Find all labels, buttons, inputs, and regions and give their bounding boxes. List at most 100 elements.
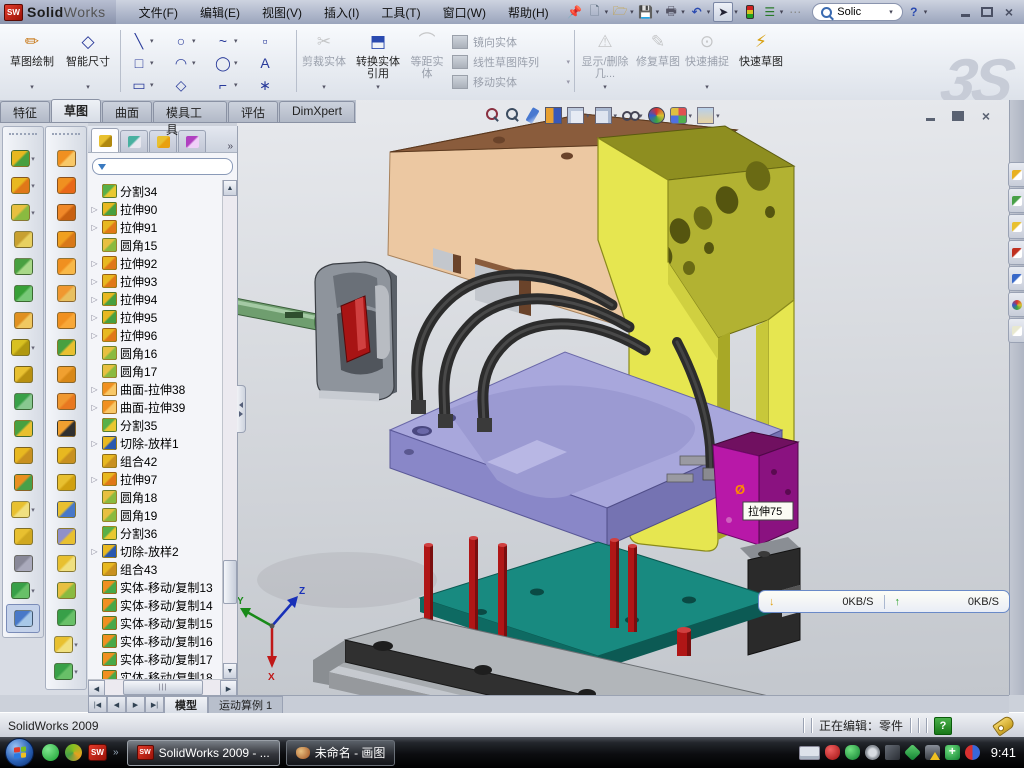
command-tab-评估[interactable]: 评估 [228, 101, 278, 122]
surfaces-tool-button-2[interactable] [46, 199, 86, 226]
tree-item-圆角19[interactable]: 圆角19 [88, 506, 222, 524]
dropdown-arrow-icon[interactable]: ▾ [31, 344, 35, 352]
hud-tool-7[interactable] [648, 107, 665, 124]
menu-item-5[interactable]: 窗口(W) [432, 1, 497, 24]
sketch-entity-tool-1[interactable]: ○▾ [168, 30, 210, 52]
tree-item-分割34[interactable]: 分割34 [88, 182, 222, 200]
dropdown-arrow-icon[interactable]: ▾ [234, 81, 238, 89]
tree-item-实体-移动/复制17[interactable]: 实体-移动/复制17 [88, 650, 222, 668]
sketch-entity-tool-6[interactable]: ◯▾ [210, 52, 252, 74]
task-pane-tab-solidworks-resources[interactable] [1008, 240, 1024, 265]
tree-item-拉伸94[interactable]: ▷拉伸94 [88, 290, 222, 308]
repair-sketch-button[interactable]: ✎ 修复草图 [636, 28, 680, 96]
panel-splitter-handle[interactable] [237, 385, 246, 433]
features-tool-button-16[interactable]: ▾ [3, 577, 43, 604]
features-tool-button-1[interactable]: ▾ [3, 172, 43, 199]
surfaces-tool-button-1[interactable] [46, 172, 86, 199]
options-button[interactable]: ☰ [761, 3, 779, 21]
surfaces-tool-button-15[interactable] [46, 550, 86, 577]
sketch-entity-tool-4[interactable]: □▾ [126, 52, 168, 74]
task-pane-tab-view-palette[interactable] [1008, 266, 1024, 291]
surfaces-tool-button-18[interactable]: ▾ [46, 631, 86, 658]
tab-dimxpert-manager[interactable] [178, 130, 206, 152]
features-tool-button-7[interactable]: ▾ [3, 334, 43, 361]
tree-item-拉伸95[interactable]: ▷拉伸95 [88, 308, 222, 326]
rapid-sketch-button[interactable]: ⚡ 快速草图 [736, 28, 786, 96]
dropdown-arrow-icon[interactable]: ▾ [689, 112, 693, 120]
surfaces-tool-button-16[interactable] [46, 577, 86, 604]
sketch-quick-icon[interactable]: ⋯ [786, 3, 804, 21]
features-tool-button-12[interactable] [3, 469, 43, 496]
features-tool-button-9[interactable] [3, 388, 43, 415]
surfaces-tool-button-5[interactable] [46, 280, 86, 307]
tree-item-圆角17[interactable]: 圆角17 [88, 362, 222, 380]
tree-item-实体-移动/复制13[interactable]: 实体-移动/复制13 [88, 578, 222, 596]
dropdown-arrow-icon[interactable]: ▾ [192, 37, 196, 45]
tree-item-拉伸93[interactable]: ▷拉伸93 [88, 272, 222, 290]
minimize-button[interactable] [956, 5, 974, 20]
expand-arrow-icon[interactable]: ▷ [90, 259, 99, 268]
tree-horizontal-scrollbar[interactable]: ◀ ||| ▶ [88, 679, 237, 695]
dropdown-arrow-icon[interactable]: ▾ [74, 641, 78, 649]
command-tab-模具工具[interactable]: 模具工具 [153, 101, 227, 122]
sketch-entity-tool-8[interactable]: ▭▾ [126, 74, 168, 96]
dropdown-arrow-icon[interactable]: ▾ [31, 506, 35, 514]
menu-item-3[interactable]: 插入(I) [313, 1, 370, 24]
dropdown-arrow-icon[interactable]: ▾ [234, 59, 238, 67]
dropdown-arrow-icon[interactable]: ▾ [150, 81, 154, 89]
dropdown-arrow-icon[interactable]: ▾ [31, 587, 35, 595]
hud-tool-2[interactable] [525, 108, 540, 123]
sketch-entity-tool-5[interactable]: ◠▾ [168, 52, 210, 74]
move-entities-button[interactable]: 移动实体▾ [452, 72, 570, 92]
solidworks-launch-icon[interactable]: SW [88, 744, 107, 761]
tree-filter-input[interactable] [92, 158, 233, 175]
gear-tray-icon[interactable] [865, 745, 880, 760]
tree-item-拉伸90[interactable]: ▷拉伸90 [88, 200, 222, 218]
help-button[interactable]: ? [905, 3, 923, 21]
tree-item-曲面-拉伸39[interactable]: ▷曲面-拉伸39 [88, 398, 222, 416]
expand-arrow-icon[interactable]: ▷ [90, 205, 99, 214]
command-tab-特征[interactable]: 特征 [0, 101, 50, 122]
pin-icon[interactable]: 📌 [566, 3, 584, 21]
rebuild-icon[interactable] [741, 3, 759, 21]
surfaces-tool-button-12[interactable] [46, 469, 86, 496]
convert-entities-button[interactable]: ⬒ 转换实体引用▾ [352, 28, 404, 96]
tab-motion-study[interactable]: 运动算例 1 [208, 696, 283, 713]
doc-close-button[interactable]: × [977, 108, 995, 123]
dropdown-arrow-icon[interactable]: ▾ [586, 112, 590, 120]
expand-arrow-icon[interactable]: ▷ [90, 403, 99, 412]
command-tab-曲面[interactable]: 曲面 [102, 101, 152, 122]
tree-item-拉伸96[interactable]: ▷拉伸96 [88, 326, 222, 344]
menu-item-4[interactable]: 工具(T) [370, 1, 431, 24]
surfaces-tool-button-3[interactable] [46, 226, 86, 253]
task-pane-tab-design-library[interactable] [1008, 188, 1024, 213]
dropdown-arrow-icon[interactable]: ▾ [716, 112, 720, 120]
messenger-icon[interactable] [42, 744, 59, 761]
surfaces-tool-button-0[interactable] [46, 145, 86, 172]
tag-icon[interactable] [992, 714, 1016, 736]
shield-red-tray-icon[interactable] [825, 745, 840, 760]
task-pane-tab-home[interactable] [1008, 162, 1024, 187]
scroll-up-button[interactable]: ▲ [223, 180, 237, 196]
surfaces-tool-button-10[interactable] [46, 415, 86, 442]
taskbar-button-未命名 - 画图[interactable]: 未命名 - 画图 [286, 740, 396, 766]
tree-item-圆角18[interactable]: 圆角18 [88, 488, 222, 506]
surfaces-tool-button-6[interactable] [46, 307, 86, 334]
trim-entities-button[interactable]: ✂ 剪裁实体▾ [300, 28, 348, 96]
command-tab-DimXpert[interactable]: DimXpert [279, 101, 355, 122]
dropdown-arrow-icon[interactable]: ▾ [150, 59, 154, 67]
tree-item-切除-放样1[interactable]: ▷切除-放样1 [88, 434, 222, 452]
hud-tool-3[interactable] [545, 107, 562, 124]
search-input[interactable] [835, 5, 887, 19]
open-button[interactable]: 🗁 [611, 3, 629, 21]
sketch-entity-tool-7[interactable]: A [252, 52, 294, 74]
sync-tray-icon[interactable] [965, 745, 980, 760]
features-tool-button-17[interactable] [6, 604, 40, 633]
task-pane-tab-file-explorer[interactable] [1008, 214, 1024, 239]
hud-tool-1[interactable] [505, 108, 520, 123]
dropdown-arrow-icon[interactable]: ▾ [31, 182, 35, 190]
expand-arrow-icon[interactable]: ▷ [90, 277, 99, 286]
tab-feature-manager[interactable] [91, 128, 119, 152]
dropdown-arrow-icon[interactable]: ▾ [234, 37, 238, 45]
horizontal-scroll-thumb[interactable]: ||| [123, 680, 203, 695]
